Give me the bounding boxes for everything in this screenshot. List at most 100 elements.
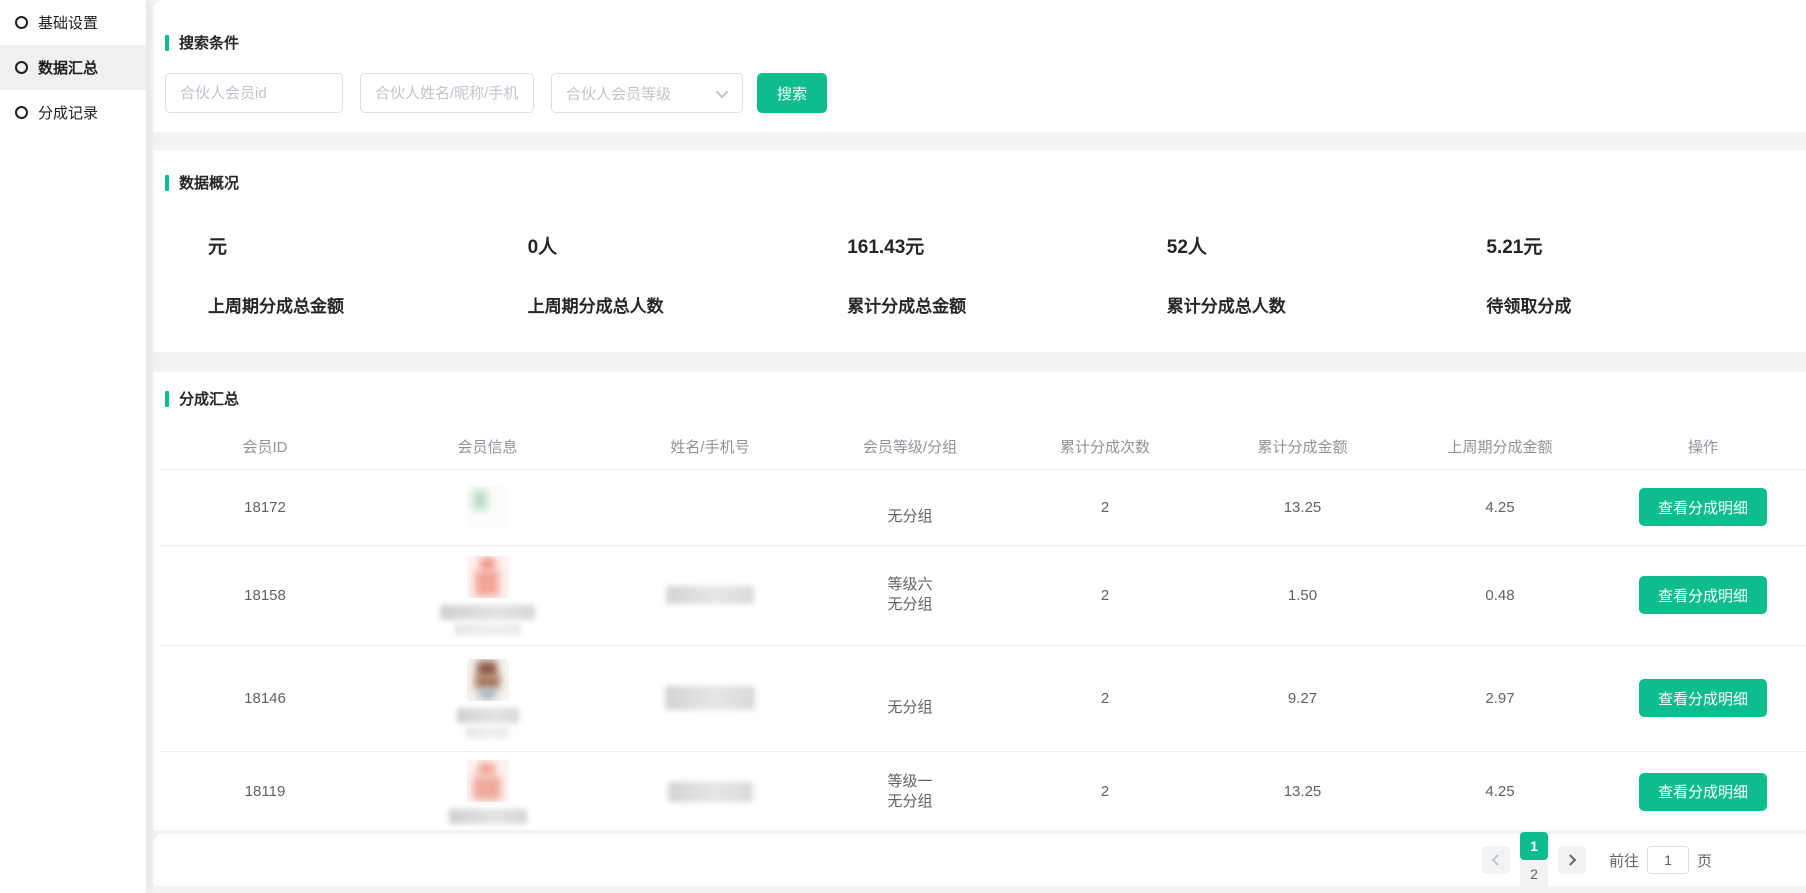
chevron-right-icon	[1565, 854, 1576, 865]
section-title-text: 数据概况	[179, 172, 239, 193]
blurred-nickname	[457, 708, 519, 723]
sidebar: 基础设置 数据汇总 分成记录	[0, 0, 146, 893]
stat-value: 0人	[528, 235, 848, 261]
share-last-period-cell: 4.25	[1400, 469, 1600, 545]
member-level	[815, 678, 1005, 698]
table-column-header: 会员ID	[160, 425, 370, 469]
view-share-detail-button[interactable]: 查看分成明细	[1639, 576, 1767, 614]
blurred-name-phone	[668, 782, 753, 802]
main-content: 搜索条件 合伙人会员等级 搜索 数据概况 元 上周期分成总金额 0人 上周期分成…	[153, 0, 1806, 893]
page-button-2[interactable]: 2	[1520, 860, 1548, 888]
share-total-cell: 13.25	[1205, 469, 1400, 545]
share-last-period-cell: 0.48	[1400, 545, 1600, 645]
member-avatar	[467, 760, 509, 802]
member-group: 无分组	[815, 595, 1005, 615]
member-level: 等级一	[815, 772, 1005, 792]
stat-label: 待领取分成	[1486, 292, 1806, 317]
share-last-period-cell: 2.97	[1400, 645, 1600, 751]
chevron-down-icon	[716, 85, 729, 98]
blurred-name-phone	[665, 686, 755, 710]
sidebar-item-basic-settings[interactable]: 基础设置	[0, 0, 146, 45]
level-group-cell: 等级六无分组	[815, 545, 1005, 645]
share-times-cell: 2	[1005, 469, 1205, 545]
stat-label: 累计分成总人数	[1167, 292, 1487, 317]
table-column-header: 姓名/手机号	[605, 425, 815, 469]
action-cell: 查看分成明细	[1600, 751, 1806, 830]
stat-pending-amount: 5.21元 待领取分成	[1486, 235, 1806, 317]
table-column-header: 上周期分成金额	[1400, 425, 1600, 469]
member-id-cell: 18172	[160, 469, 370, 545]
page-button-1[interactable]: 1	[1520, 832, 1548, 860]
name-phone-cell	[605, 545, 815, 645]
table-column-header: 累计分成次数	[1005, 425, 1205, 469]
section-title-text: 分成汇总	[179, 388, 239, 409]
share-total-cell: 9.27	[1205, 645, 1400, 751]
table-row: 18119等级一无分组213.254.25查看分成明细	[160, 751, 1806, 830]
table-column-header: 操作	[1600, 425, 1806, 469]
name-phone-cell	[605, 645, 815, 751]
view-share-detail-button[interactable]: 查看分成明细	[1639, 679, 1767, 717]
table-section-title: 分成汇总	[165, 388, 1806, 409]
circle-icon	[15, 106, 28, 119]
stat-value: 元	[208, 235, 528, 261]
action-cell: 查看分成明细	[1600, 469, 1806, 545]
goto-prefix-label: 前往	[1609, 850, 1639, 871]
goto-page: 前往 页	[1609, 846, 1712, 874]
table-header-row: 会员ID会员信息姓名/手机号会员等级/分组累计分成次数累计分成金额上周期分成金额…	[160, 425, 1806, 469]
share-times-cell: 2	[1005, 645, 1205, 751]
share-summary-table: 会员ID会员信息姓名/手机号会员等级/分组累计分成次数累计分成金额上周期分成金额…	[160, 425, 1806, 830]
stat-label: 上周期分成总金额	[208, 292, 528, 317]
table-column-header: 会员等级/分组	[815, 425, 1005, 469]
prev-page-button[interactable]	[1482, 846, 1510, 874]
share-summary-panel: 分成汇总 会员ID会员信息姓名/手机号会员等级/分组累计分成次数累计分成金额上周…	[153, 372, 1806, 830]
stats-row: 元 上周期分成总金额 0人 上周期分成总人数 161.43元 累计分成总金额 5…	[165, 235, 1806, 317]
section-accent-bar	[165, 391, 169, 407]
blurred-name-phone	[666, 586, 754, 604]
view-share-detail-button[interactable]: 查看分成明细	[1639, 773, 1767, 811]
share-times-cell: 2	[1005, 545, 1205, 645]
stat-total-amount: 161.43元 累计分成总金额	[847, 235, 1167, 317]
member-id-cell: 18146	[160, 645, 370, 751]
stat-value: 5.21元	[1486, 235, 1806, 261]
member-avatar	[467, 659, 509, 701]
stat-value: 161.43元	[847, 235, 1167, 261]
section-accent-bar	[165, 35, 169, 51]
member-level: 等级六	[815, 575, 1005, 595]
table-row: 18172 无分组213.254.25 查看分成明细	[160, 469, 1806, 545]
level-group-cell: 等级一无分组	[815, 751, 1005, 830]
share-times-cell: 2	[1005, 751, 1205, 830]
next-page-button[interactable]	[1558, 846, 1586, 874]
sidebar-item-label: 数据汇总	[38, 57, 98, 78]
member-level-select[interactable]: 合伙人会员等级	[551, 73, 743, 113]
stat-label: 上周期分成总人数	[528, 292, 848, 317]
view-share-detail-button[interactable]: 查看分成明细	[1639, 488, 1767, 526]
member-name-input[interactable]	[360, 73, 534, 113]
blurred-nickname	[440, 605, 535, 620]
chevron-left-icon	[1492, 854, 1503, 865]
member-group: 无分组	[815, 698, 1005, 718]
member-avatar	[467, 556, 509, 598]
member-level	[815, 487, 1005, 507]
member-info-cell	[370, 645, 605, 751]
sidebar-item-label: 基础设置	[38, 12, 98, 33]
level-group-cell: 无分组	[815, 645, 1005, 751]
overview-section-title: 数据概况	[165, 172, 1806, 193]
sidebar-item-data-summary[interactable]: 数据汇总	[0, 45, 146, 90]
goto-suffix-label: 页	[1697, 850, 1712, 871]
sidebar-item-share-records[interactable]: 分成记录	[0, 90, 146, 135]
blurred-nickname-secondary	[466, 727, 509, 738]
circle-icon	[15, 61, 28, 74]
pagination-panel: 12 前往 页	[153, 834, 1806, 886]
overview-panel: 数据概况 元 上周期分成总金额 0人 上周期分成总人数 161.43元 累计分成…	[153, 150, 1806, 352]
table-row: 18146 无分组29.272.97 查看分成明细	[160, 645, 1806, 751]
member-id-input[interactable]	[165, 73, 343, 113]
member-info-cell	[370, 751, 605, 830]
search-button[interactable]: 搜索	[757, 73, 827, 113]
goto-page-input[interactable]	[1647, 846, 1689, 874]
level-group-cell: 无分组	[815, 469, 1005, 545]
table-column-header: 累计分成金额	[1205, 425, 1400, 469]
select-placeholder: 合伙人会员等级	[566, 83, 671, 104]
action-cell: 查看分成明细	[1600, 545, 1806, 645]
stat-label: 累计分成总金额	[847, 292, 1167, 317]
section-title-text: 搜索条件	[179, 32, 239, 53]
